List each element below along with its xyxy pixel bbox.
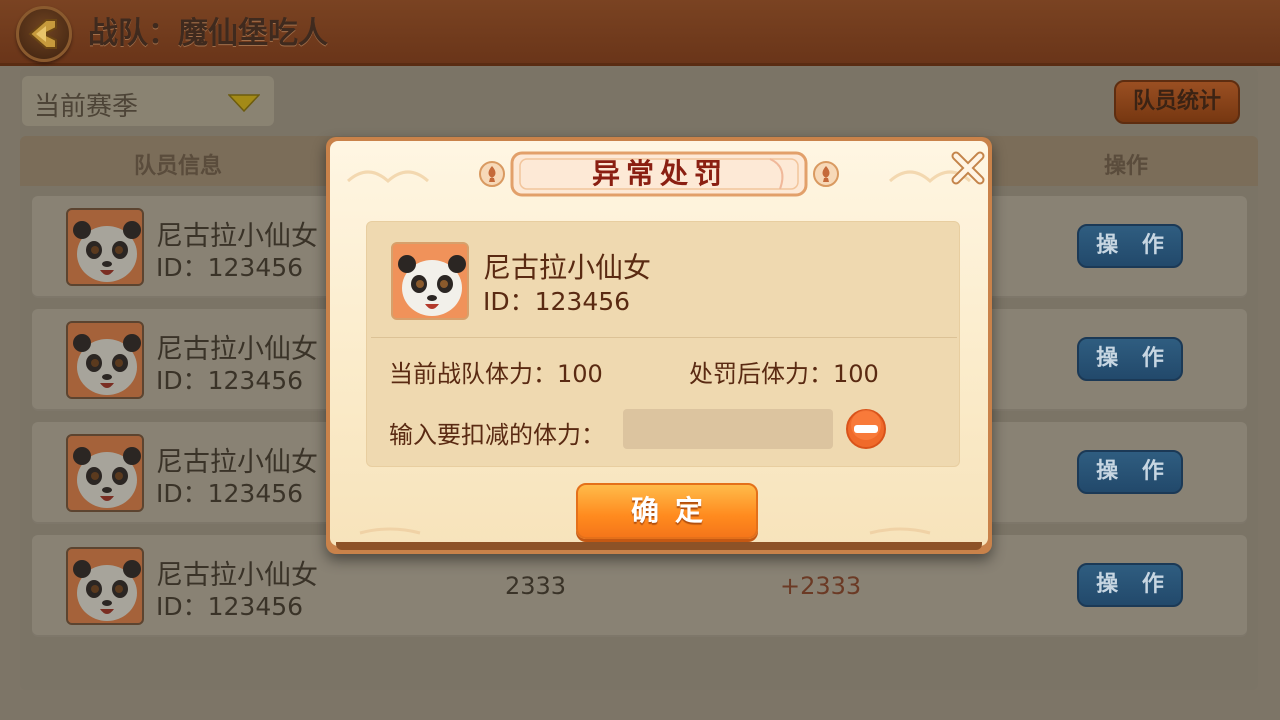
panda-avatar (66, 547, 144, 625)
top-bar: 战队：魔仙堡吃人 (0, 0, 1280, 66)
dialog-title: 异常处罚 (591, 157, 728, 190)
back-arrow-icon (28, 19, 57, 49)
action-button[interactable]: 操 作 (1077, 224, 1183, 268)
member-stamina-value: 2333 (505, 572, 567, 600)
deduct-stamina-input[interactable] (623, 409, 833, 449)
member-id: ID：123456 (156, 592, 304, 621)
action-button[interactable]: 操 作 (1077, 450, 1183, 494)
after-penalty-stamina-label: 处罚后体力：100 (689, 360, 879, 388)
current-stamina-label: 当前战队体力：100 (389, 360, 603, 388)
column-header-member-info: 队员信息 (134, 154, 223, 179)
caret-down-icon (228, 94, 260, 112)
season-select-label: 当前赛季 (34, 92, 139, 122)
column-header-actions: 操作 (1104, 154, 1149, 179)
penalty-dialog-body: 异常处罚 尼古拉小仙女 ID：123456 当前战队体力：100 处罚后体力：1… (330, 141, 988, 546)
divider (371, 337, 957, 338)
panda-avatar (66, 321, 144, 399)
player-id: ID：123456 (483, 287, 631, 316)
deduct-input-label: 输入要扣减的体力： (389, 421, 605, 449)
back-button[interactable] (16, 6, 72, 62)
action-button[interactable]: 操 作 (1077, 337, 1183, 381)
penalty-dialog: 异常处罚 尼古拉小仙女 ID：123456 当前战队体力：100 处罚后体力：1… (326, 137, 992, 554)
member-id: ID：123456 (156, 253, 304, 282)
member-id: ID：123456 (156, 479, 304, 508)
panda-avatar (66, 208, 144, 286)
minus-icon[interactable] (845, 408, 887, 450)
member-stats-button[interactable]: 队员统计 (1114, 80, 1240, 124)
panda-avatar (66, 434, 144, 512)
season-select[interactable]: 当前赛季 (22, 76, 274, 126)
player-name: 尼古拉小仙女 (483, 251, 652, 284)
team-title: 战队：魔仙堡吃人 (88, 16, 328, 51)
member-stamina-change: +2333 (780, 572, 862, 600)
player-info-box: 尼古拉小仙女 ID：123456 当前战队体力：100 处罚后体力：100 输入… (366, 221, 960, 467)
confirm-button[interactable]: 确定 (576, 483, 758, 539)
close-icon[interactable] (948, 148, 988, 188)
action-button[interactable]: 操 作 (1077, 563, 1183, 607)
member-id: ID：123456 (156, 366, 304, 395)
dialog-bottom-ribbon (336, 542, 982, 550)
panda-avatar (391, 242, 469, 320)
